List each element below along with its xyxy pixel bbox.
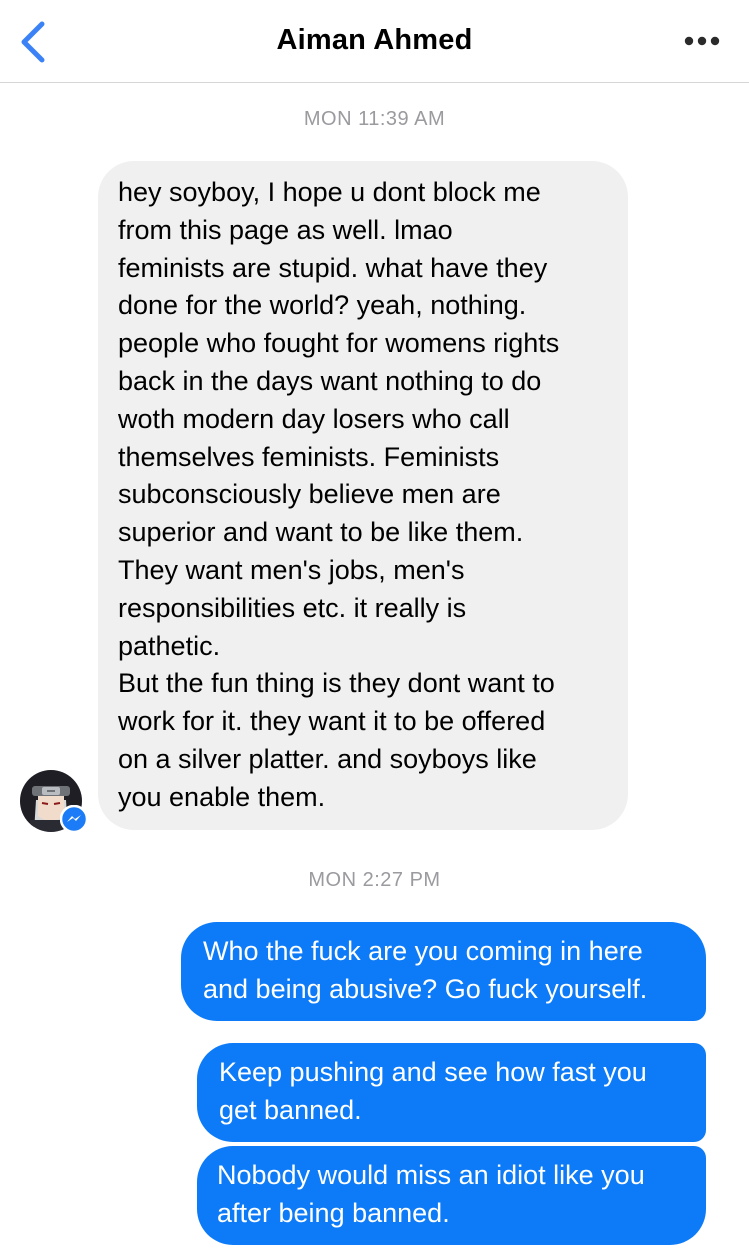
messenger-icon bbox=[59, 804, 89, 834]
conversation-header: Aiman Ahmed bbox=[0, 0, 749, 83]
messenger-badge bbox=[59, 804, 89, 834]
outgoing-message-text: Nobody would miss an idiot like you afte… bbox=[217, 1160, 645, 1228]
outgoing-message-text: Who the fuck are you coming in here and … bbox=[203, 936, 648, 1004]
incoming-message-text: hey soyboy, I hope u dont block me from … bbox=[118, 177, 560, 812]
outgoing-message-bubble[interactable]: Who the fuck are you coming in here and … bbox=[181, 922, 706, 1021]
outgoing-message-text: Keep pushing and see how fast you get ba… bbox=[219, 1057, 647, 1125]
contact-name[interactable]: Aiman Ahmed bbox=[0, 24, 749, 57]
timestamp-divider: MON 2:27 PM bbox=[308, 869, 441, 891]
more-options-button[interactable] bbox=[683, 30, 723, 52]
chat-screen: Aiman Ahmed MON 11:39 AM hey soyboy, I h… bbox=[0, 0, 749, 1260]
timestamp-divider: MON 11:39 AM bbox=[303, 108, 446, 130]
outgoing-message-bubble[interactable]: Keep pushing and see how fast you get ba… bbox=[197, 1043, 706, 1142]
outgoing-message-bubble[interactable]: Nobody would miss an idiot like you afte… bbox=[197, 1146, 706, 1245]
incoming-message-bubble[interactable]: hey soyboy, I hope u dont block me from … bbox=[98, 161, 628, 830]
more-horizontal-icon bbox=[684, 36, 720, 46]
